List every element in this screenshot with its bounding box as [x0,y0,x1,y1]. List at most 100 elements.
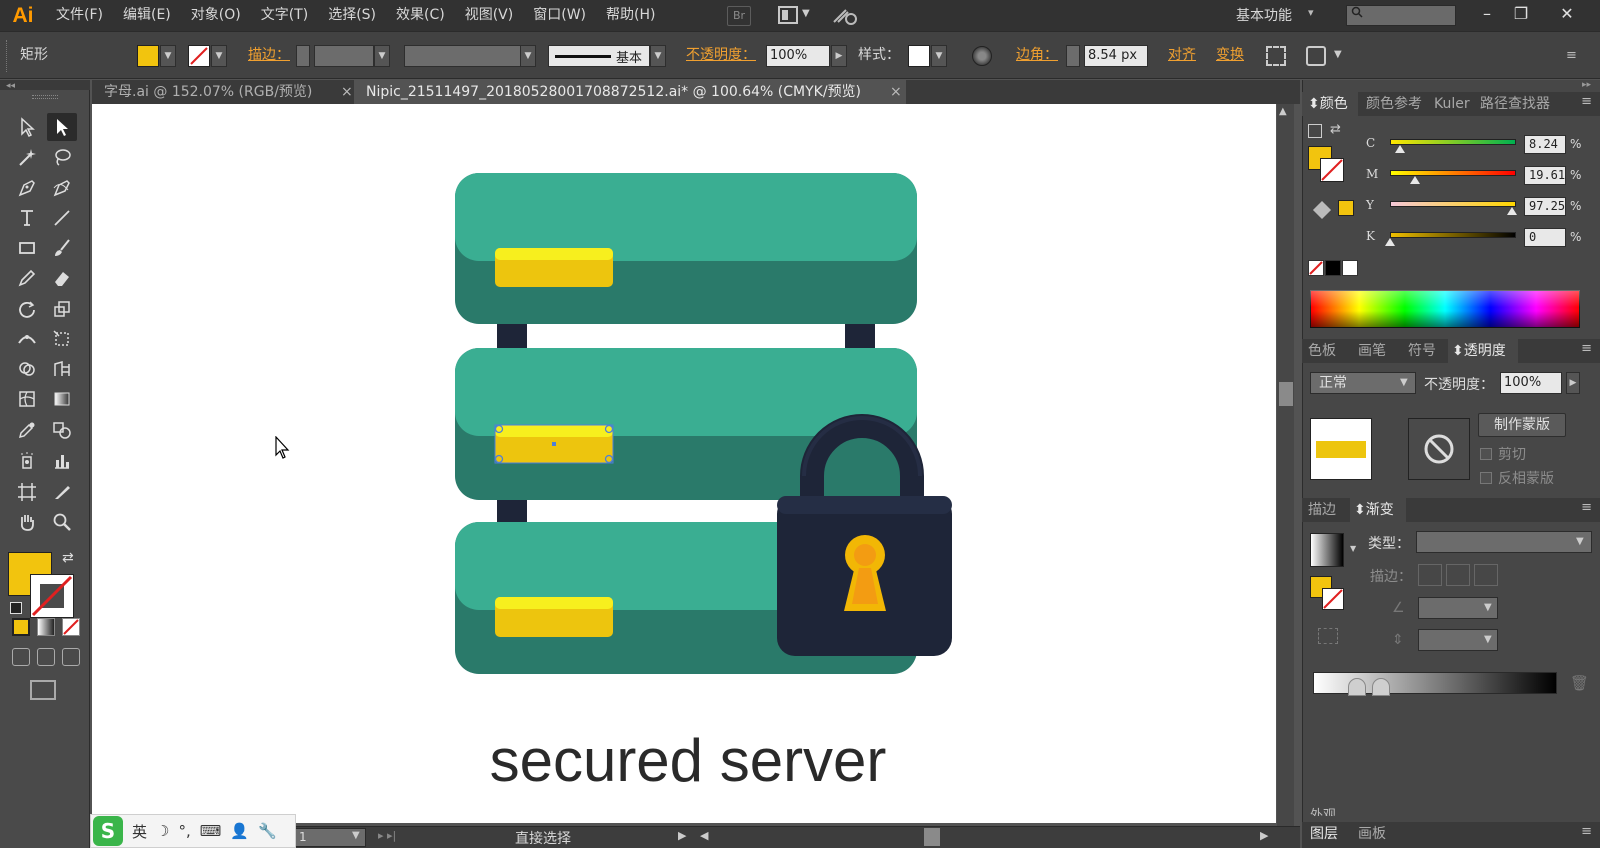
channel-value-c[interactable]: 8.24 [1524,135,1566,154]
fill-swatch[interactable] [137,45,159,67]
scroll-left-icon[interactable]: ◀ [700,829,708,842]
channel-slider-y[interactable] [1390,201,1516,207]
width-tool-icon[interactable] [12,325,42,353]
recolor-artwork-icon[interactable] [972,46,992,66]
panel-menu-icon[interactable]: ≡ [1581,94,1592,109]
black-swatch[interactable] [1325,260,1341,276]
blend-tool-icon[interactable] [47,416,77,444]
white-swatch[interactable] [1342,260,1358,276]
punctuation-icon[interactable]: °, [178,822,190,840]
menu-file[interactable]: 文件(F) [46,0,113,31]
chevron-down-icon[interactable]: ▼ [352,830,360,841]
tools-panel-header[interactable]: ◂◂ [0,80,90,91]
brush-definition[interactable]: 基本 [548,45,650,67]
stroke-label[interactable]: 描边： [248,44,290,66]
opacity-label[interactable]: 不透明度： [686,44,756,66]
gamut-color-swatch[interactable] [1338,200,1354,216]
selection-tool-icon[interactable] [12,113,42,141]
object-thumbnail[interactable] [1310,418,1372,480]
gradient-mode-button[interactable] [37,618,55,636]
stroke-weight-field[interactable] [314,45,374,67]
tab-pathfinder[interactable]: 路径查找器 [1480,92,1550,116]
fill-dropdown-caret[interactable]: ▼ [160,45,176,67]
draw-behind-icon[interactable] [37,648,55,666]
direct-selection-tool-icon[interactable] [47,113,77,141]
color-mode-button[interactable] [12,618,30,636]
invert-mask-checkbox[interactable] [1480,472,1492,484]
scroll-up-icon[interactable]: ▲ [1279,106,1287,117]
stroke-gradient-option-1[interactable] [1418,564,1442,586]
menu-view[interactable]: 视图(V) [455,0,524,31]
none-mode-button[interactable] [62,618,80,636]
channel-value-k[interactable]: 0 [1524,228,1566,247]
transform-link[interactable]: 变换 [1216,44,1244,66]
swap-colors-icon[interactable]: ⇄ [1330,122,1341,137]
keyboard-icon[interactable]: ⌨ [200,822,222,840]
draw-inside-icon[interactable] [62,648,80,666]
symbol-sprayer-tool-icon[interactable] [12,447,42,475]
stroke-swatch[interactable] [188,45,210,67]
canvas-area[interactable]: secured server [92,104,1276,826]
lasso-tool-icon[interactable] [47,143,77,171]
stroke-color-swatch[interactable] [30,574,74,618]
user-icon[interactable]: 👤 [230,822,249,840]
panel-menu-icon[interactable]: ≡ [1581,341,1592,356]
channel-slider-k[interactable] [1390,232,1516,238]
tab-transparency[interactable]: ⬍透明度 [1452,339,1506,363]
draw-normal-icon[interactable] [12,648,30,666]
default-colors-icon[interactable] [10,602,22,614]
ime-language-toggle[interactable]: 英 [132,821,147,842]
menu-effect[interactable]: 效果(C) [386,0,455,31]
panel-stroke-swatch[interactable] [1320,158,1344,182]
chevron-down-icon[interactable]: ▼ [802,8,810,19]
artboard-tool-icon[interactable] [12,478,42,506]
gpu-performance-icon[interactable] [832,6,858,26]
channel-slider-c[interactable] [1390,139,1516,145]
graphic-style-caret[interactable]: ▼ [931,45,947,67]
restore-button[interactable]: ❐ [1506,2,1536,26]
close-button[interactable]: ✕ [1552,2,1582,26]
stroke-gradient-option-2[interactable] [1446,564,1470,586]
chevron-down-icon[interactable]: ▼ [1576,536,1584,547]
gradient-stop[interactable] [1348,678,1366,696]
menu-window[interactable]: 窗口(W) [523,0,596,31]
gradient-tool-icon[interactable] [47,385,77,413]
trash-icon[interactable]: 🗑 [1570,674,1589,692]
reverse-gradient-icon[interactable] [1318,628,1338,644]
gradient-preview-swatch[interactable] [1310,533,1344,567]
menu-select[interactable]: 选择(S) [318,0,386,31]
eyedropper-tool-icon[interactable] [12,416,42,444]
menu-help[interactable]: 帮助(H) [596,0,665,31]
workspace-switcher[interactable]: 基本功能 [1236,5,1292,25]
hand-tool-icon[interactable] [12,508,42,536]
appearance-label[interactable]: 外观 [1310,804,1336,816]
tab-color-guide[interactable]: 颜色参考 [1366,92,1422,116]
chevron-down-icon[interactable]: ▼ [1400,377,1408,388]
wrench-icon[interactable]: 🔧 [258,822,277,840]
arrange-documents-icon[interactable] [778,6,798,24]
menu-edit[interactable]: 编辑(E) [113,0,181,31]
tab-stroke[interactable]: 描边 [1308,498,1336,522]
dock-collapse-icon[interactable]: ▸▸ [1582,80,1591,90]
artwork[interactable]: secured server [92,104,1276,823]
menu-object[interactable]: 对象(O) [181,0,251,31]
minimize-button[interactable]: – [1472,2,1502,26]
opacity-field[interactable]: 100% [766,45,830,67]
paintbrush-tool-icon[interactable] [47,234,77,262]
chevron-down-icon[interactable]: ▼ [1334,49,1342,60]
slice-tool-icon[interactable] [47,478,77,506]
stroke-weight-stepper[interactable] [296,45,310,67]
channel-slider-m[interactable] [1390,170,1516,176]
bridge-button[interactable]: Br [727,6,751,26]
align-link[interactable]: 对齐 [1168,44,1196,66]
tab-symbols[interactable]: 符号 [1408,339,1436,363]
tools-grip[interactable] [32,95,58,99]
tab-document-1[interactable]: 字母.ai @ 152.07% (RGB/预览) [92,80,354,104]
perspective-grid-tool-icon[interactable] [47,355,77,383]
none-swatch[interactable] [1308,260,1324,276]
chevron-down-icon[interactable]: ▼ [1484,602,1492,613]
scrollbar-thumb[interactable] [1279,382,1293,406]
chevron-down-icon[interactable]: ▾ [1308,6,1314,19]
fill-stroke-mini-icon[interactable] [1308,124,1322,138]
close-icon[interactable]: × [341,80,353,104]
